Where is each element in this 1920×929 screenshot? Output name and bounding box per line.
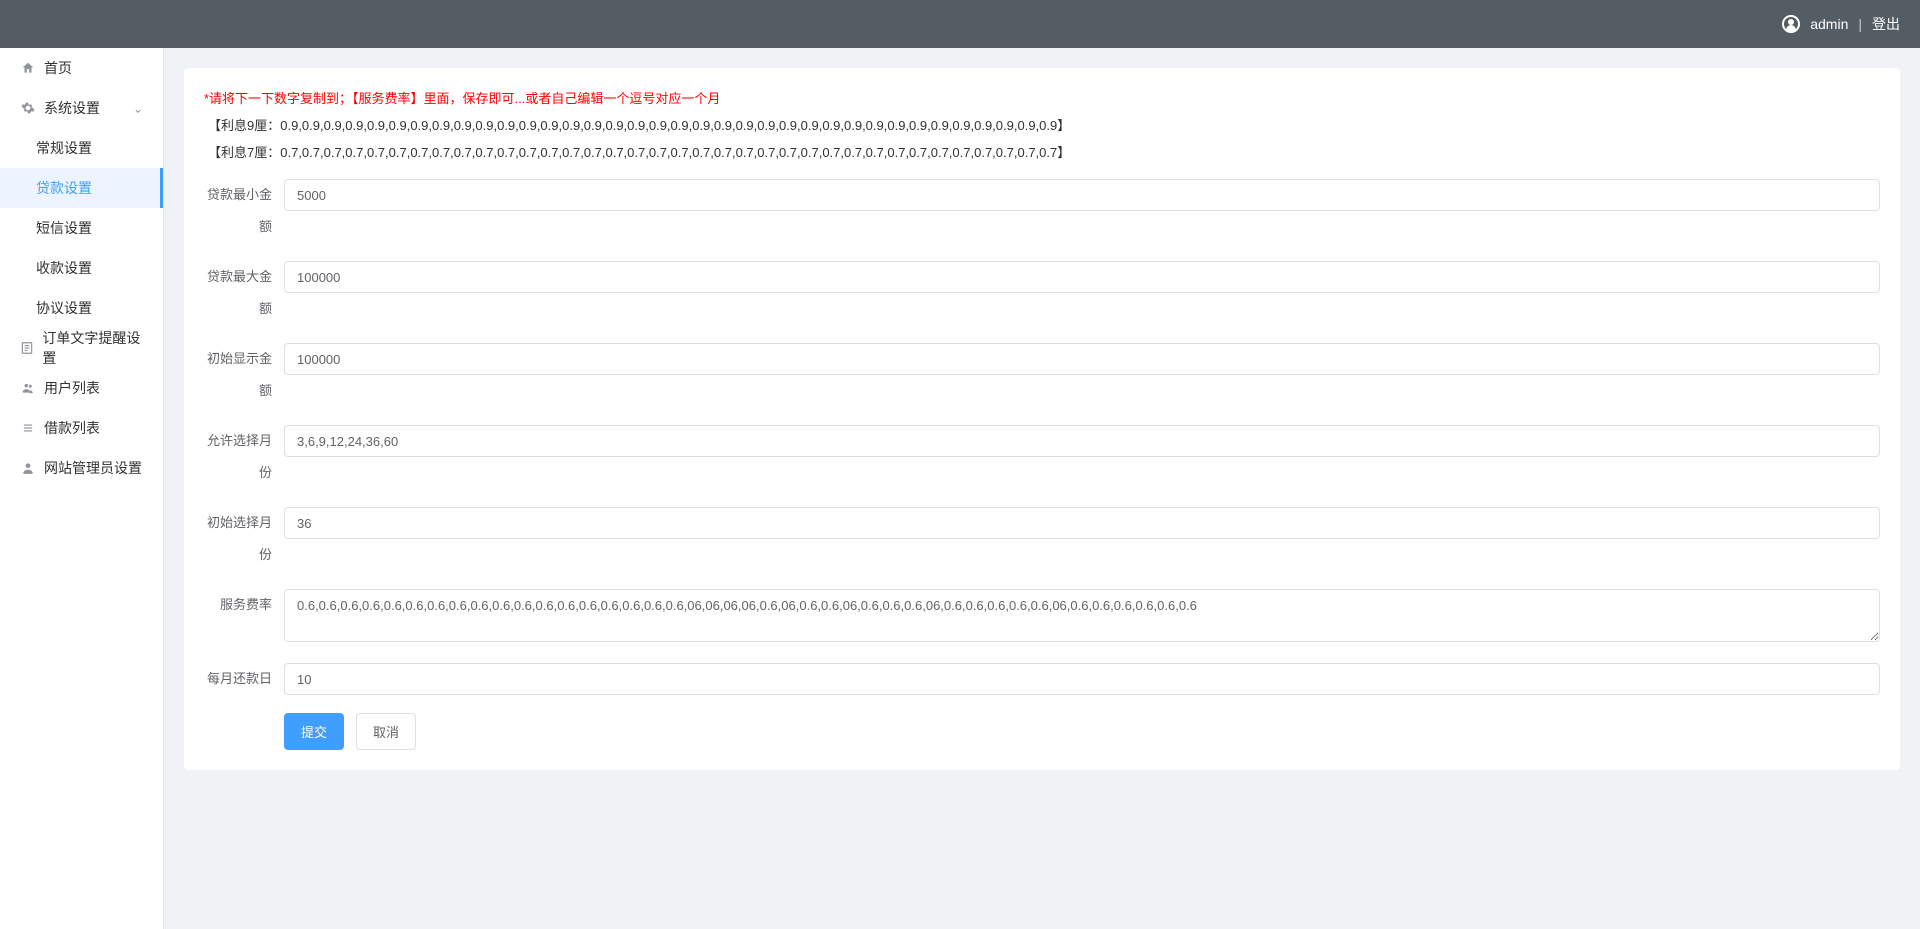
input-repay-day[interactable] [284, 663, 1880, 695]
submit-button[interactable]: 提交 [284, 713, 344, 750]
hint-rate-9: 【利息9厘：0.9,0.9,0.9,0.9,0.9,0.9,0.9,0.9,0.… [208, 115, 1880, 134]
sidebar-item-label: 网站管理员设置 [44, 458, 142, 478]
sidebar: 首页 系统设置 ⌃ 常规设置 贷款设置 短信设置 收款设置 协议设置 订 [0, 48, 164, 929]
input-initial-month[interactable] [284, 507, 1880, 539]
header: admin | 登出 [0, 0, 1920, 48]
sidebar-item-label: 系统设置 [44, 98, 100, 118]
main-content: *请将下一下数字复制到；【服务费率】里面，保存即可...或者自己编辑一个逗号对应… [164, 48, 1920, 929]
label-allowed-months: 允许选择月份 [204, 425, 284, 489]
sidebar-item-label: 订单文字提醒设置 [42, 328, 143, 368]
header-username: admin [1810, 16, 1848, 32]
sidebar-item-label: 借款列表 [44, 418, 100, 438]
list-icon [20, 420, 36, 436]
chevron-down-icon: ⌃ [133, 101, 143, 115]
loan-settings-form: 贷款最小金额 贷款最大金额 初始显示金额 [204, 179, 1880, 750]
users-icon [20, 380, 36, 396]
sidebar-item-agreement-settings[interactable]: 协议设置 [0, 288, 163, 328]
user-avatar-icon [1782, 15, 1800, 33]
sidebar-item-loan-list[interactable]: 借款列表 [0, 408, 163, 448]
sidebar-item-label: 协议设置 [36, 298, 92, 318]
textarea-service-rate[interactable] [284, 589, 1880, 642]
hint-main: *请将下一下数字复制到；【服务费率】里面，保存即可...或者自己编辑一个逗号对应… [204, 88, 1880, 107]
input-min-amount[interactable] [284, 179, 1880, 211]
sidebar-item-label: 常规设置 [36, 138, 92, 158]
sidebar-item-admin-settings[interactable]: 网站管理员设置 [0, 448, 163, 488]
label-min-amount: 贷款最小金额 [204, 179, 284, 243]
sidebar-item-label: 用户列表 [44, 378, 100, 398]
sidebar-item-user-list[interactable]: 用户列表 [0, 368, 163, 408]
sidebar-item-sms-settings[interactable]: 短信设置 [0, 208, 163, 248]
logout-link[interactable]: 登出 [1872, 14, 1900, 34]
sidebar-item-loan-settings[interactable]: 贷款设置 [0, 168, 163, 208]
sidebar-item-label: 收款设置 [36, 258, 92, 278]
label-max-amount: 贷款最大金额 [204, 261, 284, 325]
sidebar-item-label: 贷款设置 [36, 178, 92, 198]
sidebar-item-label: 首页 [44, 58, 72, 78]
sidebar-item-label: 短信设置 [36, 218, 92, 238]
document-icon [20, 340, 34, 356]
hint-rate-7: 【利息7厘：0.7,0.7,0.7,0.7,0.7,0.7,0.7,0.7,0.… [208, 142, 1880, 161]
sidebar-item-order-text[interactable]: 订单文字提醒设置 [0, 328, 163, 368]
input-allowed-months[interactable] [284, 425, 1880, 457]
sidebar-item-system-settings[interactable]: 系统设置 ⌃ [0, 88, 163, 128]
sidebar-item-home[interactable]: 首页 [0, 48, 163, 88]
header-separator: | [1858, 16, 1862, 32]
user-icon [20, 460, 36, 476]
label-initial-month: 初始选择月份 [204, 507, 284, 571]
label-initial-amount: 初始显示金额 [204, 343, 284, 407]
sidebar-item-general-settings[interactable]: 常规设置 [0, 128, 163, 168]
content-card: *请将下一下数字复制到；【服务费率】里面，保存即可...或者自己编辑一个逗号对应… [184, 68, 1900, 770]
home-icon [20, 60, 36, 76]
sidebar-item-payment-settings[interactable]: 收款设置 [0, 248, 163, 288]
input-max-amount[interactable] [284, 261, 1880, 293]
cancel-button[interactable]: 取消 [356, 713, 416, 750]
gear-icon [20, 100, 36, 116]
label-repay-day: 每月还款日 [204, 663, 284, 695]
label-service-rate: 服务费率 [204, 589, 284, 621]
input-initial-amount[interactable] [284, 343, 1880, 375]
